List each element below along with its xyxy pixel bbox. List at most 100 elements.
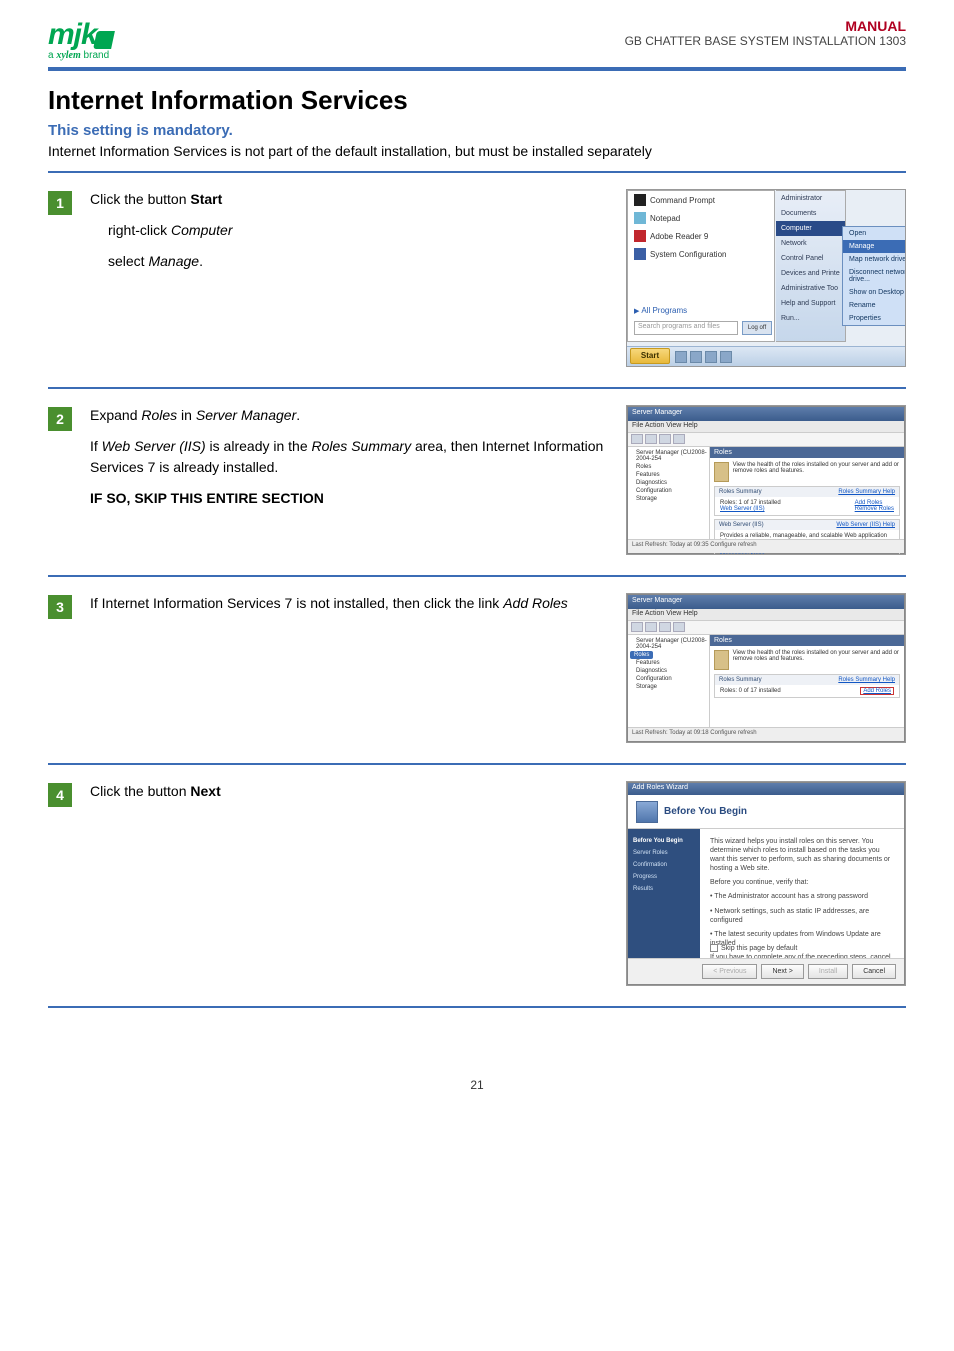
- roles-count-zero: Roles: 0 of 17 installed: [720, 688, 781, 694]
- logoff-button[interactable]: Log off: [742, 321, 772, 335]
- s4a: Click the button: [90, 783, 190, 799]
- tree-features[interactable]: Features: [630, 659, 707, 667]
- s2a: Expand: [90, 407, 141, 423]
- right-control-panel[interactable]: Control Panel: [776, 251, 845, 266]
- s1-l1b: Start: [190, 191, 222, 207]
- wizard-title: Add Roles Wizard: [628, 783, 904, 795]
- intro-text: Internet Information Services is not par…: [48, 143, 906, 159]
- ctx-properties[interactable]: Properties: [843, 312, 906, 325]
- ctx-manage[interactable]: Manage: [843, 240, 906, 253]
- previous-button: < Previous: [702, 964, 757, 979]
- status-bar: Last Refresh: Today at 09:35 Configure r…: [628, 539, 904, 553]
- brand-logo: mjk a xylem brand: [48, 18, 113, 61]
- wiz-side-byb[interactable]: Before You Begin: [633, 835, 695, 847]
- next-button[interactable]: Next >: [761, 964, 803, 979]
- tree-configuration[interactable]: Configuration: [630, 487, 707, 495]
- screenshot-server-manager-iis: Server Manager File Action View Help Ser…: [626, 405, 906, 555]
- tree-storage[interactable]: Storage: [630, 495, 707, 503]
- s1-l1a: Click the button: [90, 191, 190, 207]
- wiz-side-res[interactable]: Results: [633, 883, 695, 895]
- separator: [48, 1006, 906, 1008]
- tree-root[interactable]: Server Manager (CU2008-2004-254: [630, 449, 707, 463]
- checkbox-icon[interactable]: [710, 944, 718, 952]
- screenshot-start-menu: Command Prompt Notepad Adobe Reader 9 Sy…: [626, 189, 906, 367]
- roles-summary-help[interactable]: Roles Summary Help: [838, 489, 895, 495]
- tree-features[interactable]: Features: [630, 471, 707, 479]
- right-devices[interactable]: Devices and Printe: [776, 266, 845, 281]
- cancel-button[interactable]: Cancel: [852, 964, 896, 979]
- tree-diagnostics[interactable]: Diagnostics: [630, 667, 707, 675]
- roles-webserver[interactable]: Web Server (IIS): [720, 506, 781, 512]
- sysconfig-icon: [634, 248, 646, 260]
- roles-summary-title: Roles Summary: [719, 489, 762, 495]
- page-title: Internet Information Services: [48, 85, 906, 116]
- ws-help[interactable]: Web Server (IIS) Help: [836, 522, 895, 528]
- s2h: is already in the: [206, 438, 312, 454]
- adobe-icon: [634, 230, 646, 242]
- ctx-open[interactable]: Open: [843, 227, 906, 240]
- step-number: 4: [48, 783, 72, 807]
- s2d: Server Manager: [196, 407, 296, 423]
- s1-l2a: right-click: [108, 222, 171, 238]
- s2f: If: [90, 438, 102, 454]
- brand-sub-bold: xylem: [56, 50, 80, 61]
- remove-roles-link[interactable]: Remove Roles: [855, 506, 894, 512]
- tree-roles-selected[interactable]: Roles: [630, 651, 653, 659]
- ctx-map[interactable]: Map network drive...: [843, 253, 906, 266]
- tree-root[interactable]: Server Manager (CU2008-2004-254: [630, 637, 707, 651]
- menu-item-sysconfig[interactable]: System Configuration: [650, 250, 726, 259]
- screenshot-add-roles-wizard: Add Roles Wizard Before You Begin Before…: [626, 781, 906, 986]
- roles-desc: View the health of the roles installed o…: [733, 462, 900, 474]
- s2-skip-note: IF SO, SKIP THIS ENTIRE SECTION: [90, 490, 324, 506]
- menu-item-notepad[interactable]: Notepad: [650, 214, 680, 223]
- tree-storage[interactable]: Storage: [630, 683, 707, 691]
- step-number: 3: [48, 595, 72, 619]
- menu-item-adobe[interactable]: Adobe Reader 9: [650, 232, 708, 241]
- right-run[interactable]: Run...: [776, 311, 845, 326]
- ctx-rename[interactable]: Rename: [843, 299, 906, 312]
- s2c: in: [177, 407, 196, 423]
- wiz-side-conf[interactable]: Confirmation: [633, 859, 695, 871]
- context-menu: Open Manage Map network drive... Disconn…: [842, 226, 906, 326]
- window-menu[interactable]: File Action View Help: [628, 421, 904, 433]
- add-roles-link-highlight[interactable]: Add Roles: [860, 687, 894, 695]
- s1-l3c: .: [199, 253, 203, 269]
- roles-summary-help[interactable]: Roles Summary Help: [838, 677, 895, 683]
- ctx-show-desktop[interactable]: Show on Desktop: [843, 286, 906, 299]
- right-help[interactable]: Help and Support: [776, 296, 845, 311]
- brand-mark-icon: [93, 31, 115, 49]
- wiz-side-prog[interactable]: Progress: [633, 871, 695, 883]
- wiz-skip[interactable]: Skip this page by default: [710, 944, 797, 952]
- install-button: Install: [808, 964, 848, 979]
- tree-panel[interactable]: Server Manager (CU2008-2004-254 Roles Fe…: [628, 635, 710, 727]
- right-network[interactable]: Network: [776, 236, 845, 251]
- taskbar-tray: [675, 351, 732, 363]
- window-toolbar[interactable]: [628, 621, 904, 635]
- step-3: 3 If Internet Information Services 7 is …: [48, 587, 906, 753]
- manual-block: MANUAL GB CHATTER BASE SYSTEM INSTALLATI…: [625, 18, 906, 48]
- tree-configuration[interactable]: Configuration: [630, 675, 707, 683]
- right-admin[interactable]: Administrator: [776, 191, 845, 206]
- window-menu[interactable]: File Action View Help: [628, 609, 904, 621]
- tree-diagnostics[interactable]: Diagnostics: [630, 479, 707, 487]
- right-admin-tools[interactable]: Administrative Too: [776, 281, 845, 296]
- start-button[interactable]: Start: [630, 348, 670, 364]
- search-input[interactable]: Search programs and files: [634, 321, 738, 335]
- right-computer[interactable]: Computer: [776, 221, 845, 236]
- wiz-b1: • The Administrator account has a strong…: [710, 892, 894, 901]
- tree-roles[interactable]: Roles: [630, 463, 707, 471]
- tree-panel[interactable]: Server Manager (CU2008-2004-254 Roles Fe…: [628, 447, 710, 539]
- ctx-disconnect[interactable]: Disconnect network drive...: [843, 266, 906, 286]
- right-docs[interactable]: Documents: [776, 206, 845, 221]
- wizard-buttons: < Previous Next > Install Cancel: [628, 958, 904, 984]
- all-programs[interactable]: All Programs: [634, 306, 687, 315]
- s2i: Roles Summary: [312, 438, 412, 454]
- msgs: Messages: None: [720, 553, 894, 555]
- roles-desc: View the health of the roles installed o…: [733, 650, 900, 662]
- window-toolbar[interactable]: [628, 433, 904, 447]
- step-4: 4 Click the button Next Add Roles Wizard…: [48, 775, 906, 996]
- wiz-side-sr[interactable]: Server Roles: [633, 847, 695, 859]
- menu-item-command-prompt[interactable]: Command Prompt: [650, 196, 715, 205]
- s2e: .: [296, 407, 300, 423]
- s4b: Next: [190, 783, 220, 799]
